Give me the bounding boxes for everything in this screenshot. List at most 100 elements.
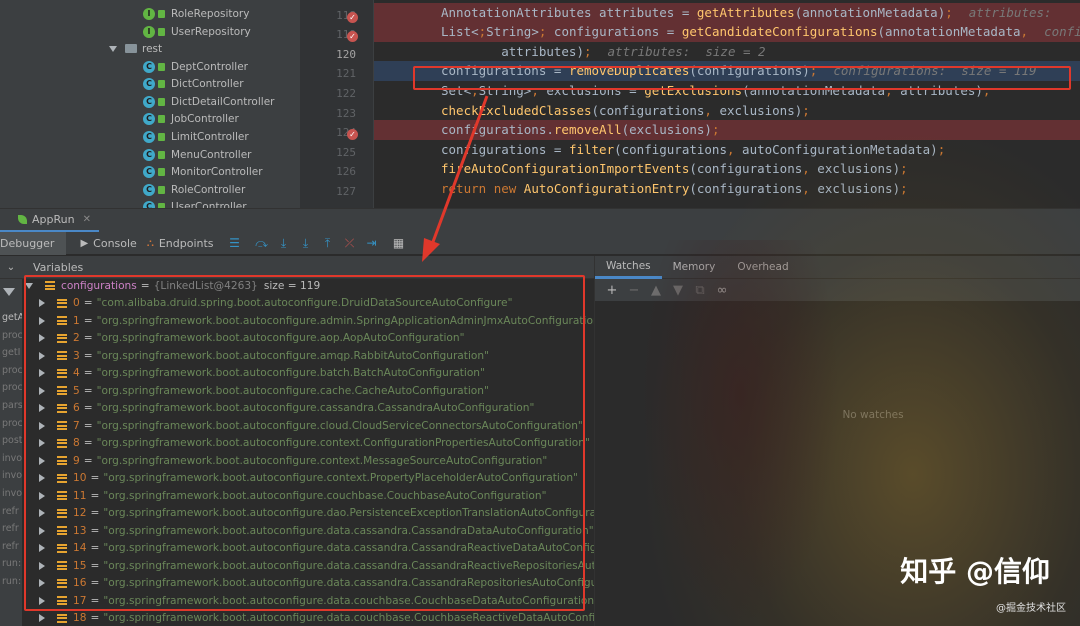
- lock-icon: [158, 79, 165, 88]
- breakpoint-icon[interactable]: ✓: [347, 11, 358, 23]
- tree-item[interactable]: I UserRepository: [143, 23, 251, 40]
- code-line[interactable]: fireAutoConfigurationImportEvents(config…: [374, 159, 1080, 179]
- frame-item[interactable]: proc: [2, 418, 22, 429]
- duplicate-icon[interactable]: ⧉: [689, 283, 711, 298]
- frame-item[interactable]: invo: [2, 488, 22, 499]
- watermark-zhihu: 知乎 @信仰: [900, 555, 1050, 588]
- line-number: 125: [336, 145, 356, 159]
- class-icon: C: [143, 148, 155, 161]
- glasses-icon[interactable]: ∞: [711, 283, 733, 298]
- frame-item[interactable]: getI: [2, 347, 20, 358]
- frame-item[interactable]: pars: [2, 400, 22, 411]
- tab-endpoints-label: Endpoints: [158, 236, 214, 250]
- tree-item[interactable]: C DictDetailController: [143, 93, 274, 110]
- filter-icon[interactable]: [3, 288, 15, 296]
- code-text: AnnotationAttributes attributes = getAtt…: [441, 4, 953, 20]
- chevron-down-icon[interactable]: ⌄: [0, 262, 22, 273]
- run-to-cursor-icon[interactable]: ⇥: [364, 235, 380, 251]
- tree-item[interactable]: C DeptController: [143, 58, 248, 75]
- code-line[interactable]: configurations.removeAll(exclusions);: [374, 120, 1080, 140]
- move-up-icon[interactable]: ▲: [645, 283, 667, 298]
- tree-item-label: DictDetailController: [171, 95, 275, 108]
- close-icon[interactable]: ✕: [83, 214, 91, 225]
- tab-debugger[interactable]: Debugger: [0, 231, 67, 255]
- lock-icon: [158, 114, 165, 123]
- class-icon: C: [143, 183, 155, 196]
- tree-item-label: JobController: [171, 112, 239, 125]
- tab-endpoints[interactable]: ⛬ Endpoints: [147, 232, 224, 255]
- frame-item[interactable]: run:: [2, 558, 21, 569]
- step-into-icon[interactable]: ⤓: [276, 235, 292, 251]
- console-icon: ▶: [80, 237, 89, 249]
- tab-console[interactable]: ▶ Console: [80, 232, 146, 255]
- frame-item[interactable]: refr: [2, 506, 19, 517]
- code-line[interactable]: AnnotationAttributes attributes = getAtt…: [374, 2, 1080, 23]
- tree-item[interactable]: C UserController: [143, 198, 247, 208]
- add-watch-icon[interactable]: +: [601, 283, 623, 298]
- top-area: I RoleRepository I UserRepository rest C DeptC…: [0, 0, 1080, 208]
- editor-gutter: 118 ✓ 119 ✓ 120 121 122 123 124 ✓ 125 126 127: [300, 0, 374, 208]
- tree-item[interactable]: C MenuController: [143, 146, 251, 163]
- expand-arrow-icon[interactable]: [39, 614, 45, 623]
- tab-memory[interactable]: Memory: [662, 256, 727, 279]
- tab-watches[interactable]: Watches: [595, 256, 662, 279]
- field-icon: [57, 613, 67, 623]
- show-frames-icon[interactable]: ☰: [227, 235, 243, 251]
- move-down-icon[interactable]: ▼: [667, 283, 689, 298]
- class-icon: C: [143, 165, 155, 178]
- breakpoint-icon[interactable]: ✓: [347, 31, 358, 43]
- tree-item[interactable]: C DictController: [143, 75, 244, 92]
- frame-item[interactable]: invo: [2, 470, 22, 481]
- tree-item[interactable]: C LimitController: [143, 128, 249, 145]
- lock-icon: [158, 27, 165, 36]
- frame-item[interactable]: run:: [2, 576, 21, 587]
- tab-apprun[interactable]: AppRun ✕: [0, 209, 99, 233]
- tree-item-label: UserRepository: [171, 25, 251, 38]
- tree-item[interactable]: rest: [109, 40, 162, 57]
- frame-item[interactable]: invo: [2, 453, 22, 464]
- tree-item[interactable]: C RoleController: [143, 181, 245, 198]
- watermark-juejin: @掘金技术社区: [996, 603, 1066, 614]
- code-line[interactable]: return new AutoConfigurationEntry(config…: [374, 179, 1080, 199]
- frame-item[interactable]: post: [2, 435, 22, 446]
- tab-overhead[interactable]: Overhead: [726, 256, 799, 279]
- frame-item[interactable]: refr: [2, 541, 19, 552]
- watches-tabs: Watches Memory Overhead: [594, 256, 1080, 279]
- code-line[interactable]: attributes); attributes: size = 2: [374, 42, 1080, 62]
- frame-item[interactable]: proc: [2, 382, 22, 393]
- variable-item-row[interactable]: 18 = "org.springframework.boot.autoconfigu…: [39, 610, 594, 626]
- class-icon: C: [143, 130, 155, 143]
- step-over-icon[interactable]: ⤼: [254, 235, 270, 251]
- line-number: 127: [336, 184, 356, 198]
- inline-value-hint: confi: [1044, 24, 1080, 40]
- code-editor[interactable]: AnnotationAttributes attributes = getAtt…: [374, 0, 1080, 208]
- tree-item[interactable]: I RoleRepository: [143, 5, 249, 22]
- breakpoint-icon[interactable]: ✓: [347, 129, 358, 141]
- inline-value-hint: attributes:: [968, 4, 1052, 20]
- evaluate-icon[interactable]: ▦: [391, 235, 407, 251]
- code-line[interactable]: configurations = filter(configurations, …: [374, 140, 1080, 160]
- tree-item-label: RoleController: [171, 183, 246, 196]
- force-step-into-icon[interactable]: ⤓: [298, 235, 314, 251]
- tab-apprun-label: AppRun: [32, 212, 75, 226]
- frame-item[interactable]: proc: [2, 365, 22, 376]
- remove-watch-icon[interactable]: −: [623, 283, 645, 298]
- tree-item-label: MonitorController: [171, 165, 263, 178]
- drop-frame-icon[interactable]: ⤫: [342, 235, 358, 251]
- item-value: "org.springframework.boot.autoconfigure.…: [103, 612, 594, 625]
- frame-item[interactable]: proc: [2, 330, 22, 341]
- step-out-icon[interactable]: ⤒: [320, 235, 336, 251]
- tree-item[interactable]: C JobController: [143, 110, 239, 127]
- frame-item[interactable]: refr: [2, 523, 19, 534]
- tree-item[interactable]: C MonitorController: [143, 163, 263, 180]
- tree-item-label: MenuController: [171, 148, 252, 161]
- frame-item[interactable]: getA: [2, 312, 22, 323]
- no-watches-text: No watches: [842, 409, 904, 421]
- code-line[interactable]: checkExcludedClasses(configurations, exc…: [374, 101, 1080, 121]
- line-number: 126: [336, 165, 356, 179]
- highlight-box-code: [413, 66, 1071, 90]
- class-icon: C: [143, 200, 155, 208]
- code-line[interactable]: List<;String>; configurations = getCandi…: [374, 22, 1080, 42]
- class-icon: C: [143, 77, 155, 90]
- expand-arrow-icon[interactable]: [109, 45, 117, 52]
